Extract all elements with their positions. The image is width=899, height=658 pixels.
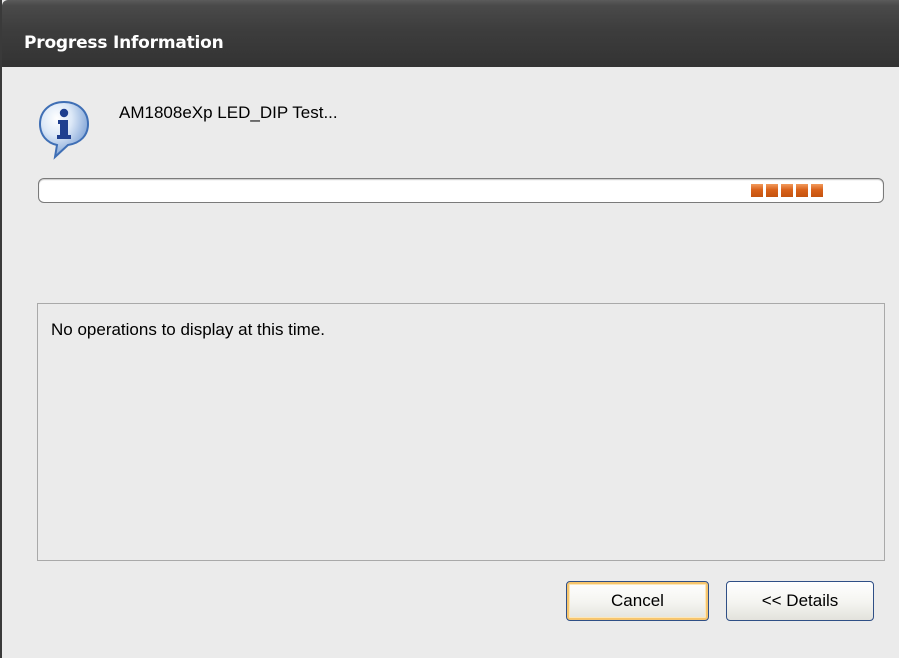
details-panel[interactable]: No operations to display at this time. xyxy=(37,303,885,561)
progress-information-dialog: Progress Information AM1808eXp LED_DIP T… xyxy=(0,0,899,658)
details-button[interactable]: << Details xyxy=(726,581,874,621)
progress-indicator xyxy=(751,184,823,197)
progress-chunk xyxy=(796,184,808,197)
progress-chunk xyxy=(766,184,778,197)
progress-chunk xyxy=(781,184,793,197)
dialog-content: AM1808eXp LED_DIP Test... No operations … xyxy=(2,67,899,658)
progress-chunk xyxy=(811,184,823,197)
details-text: No operations to display at this time. xyxy=(51,320,326,339)
progress-chunk xyxy=(751,184,763,197)
info-icon xyxy=(38,100,90,160)
progress-bar xyxy=(38,178,884,203)
cancel-button[interactable]: Cancel xyxy=(566,581,709,621)
title-bar[interactable]: Progress Information xyxy=(2,0,899,67)
window-title: Progress Information xyxy=(24,33,224,53)
progress-message: AM1808eXp LED_DIP Test... xyxy=(119,103,338,122)
